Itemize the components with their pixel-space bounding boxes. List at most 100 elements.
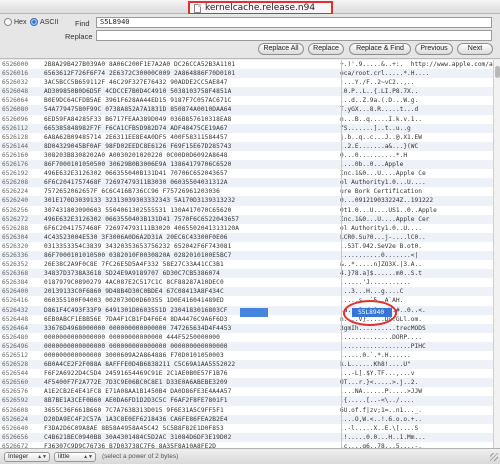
row-ascii[interactable]: ....NA......P.....>JJW [340, 387, 490, 396]
row-hex-bytes[interactable]: 060355100F04003 0020730D0D60355 1D0E4160… [44, 296, 340, 305]
row-ascii[interactable]: T.yGX...8.R.....t...d [340, 105, 490, 114]
row-ascii[interactable]: ..-l.....X..E.\[....S [340, 424, 490, 433]
row-ascii[interactable]: ..2.E.......a&...}(WC [340, 142, 490, 151]
row-hex-bytes[interactable]: 0000000000000000 000000000000000 0000000… [44, 342, 340, 351]
row-ascii[interactable]: ol Authority1.0..U.... [340, 224, 490, 233]
row-hex-bytes[interactable]: 6ED59FA84285F33 B6717FEAA389D049 036B857… [44, 115, 340, 124]
row-hex-bytes[interactable]: 6F6C2041757468F 72697479311B3030 0603550… [44, 178, 340, 187]
row-ascii[interactable]: k.L......Kh8!....U" [340, 360, 490, 369]
vertical-scrollbar[interactable] [493, 60, 500, 448]
row-hex-bytes[interactable]: 307431803090603 5504061302555531 130A417… [44, 206, 340, 215]
row-ascii[interactable]: ......'J........... [340, 278, 490, 287]
hex-row[interactable]: 6526112 665385848982F7F F6CA1CFB5D982D74 … [0, 123, 493, 133]
row-ascii[interactable]: +.)'.9.....&..+:. http://www.apple.com/a… [340, 60, 493, 69]
row-ascii[interactable]: 0...091219033224Z..191222 [340, 196, 490, 205]
hex-row[interactable]: 6526512 000000000000000 3000609A2A864886 … [0, 351, 493, 360]
row-hex-bytes[interactable]: 496E632E3126302 0663550403B131D41 7570F6… [44, 215, 340, 224]
row-hex-bytes[interactable]: AD309850B0D6D5F 4CDCCE7B0D4C4910 5038103… [44, 87, 340, 96]
replace-and-find-button[interactable]: Replace & Find [349, 43, 411, 55]
hex-row[interactable]: 6526208 6F6C2041757468F 72697479311B3030 … [0, 178, 493, 188]
row-ascii[interactable]: Inc.1&0...U....Apple Cer [340, 215, 490, 224]
replace-button[interactable]: Replace [308, 43, 344, 55]
row-ascii[interactable]: 0...0..........*.H [340, 151, 490, 160]
row-ascii[interactable]: ..53T.942.SeV2e B.ot0. [340, 242, 490, 251]
row-hex-bytes[interactable]: 33676D4968000000 000000000000000 7472656… [44, 324, 340, 333]
row-ascii[interactable]: eca/root.crl.....*.H.... [340, 69, 490, 78]
find-input[interactable]: S5L8940 [96, 17, 492, 28]
hex-row[interactable]: 6526400 20139133C0F6860 9D48B4D30C0BDE4 6… [0, 287, 493, 297]
row-ascii[interactable]: .{.....[..-<\../.... [340, 396, 490, 405]
replace-input[interactable] [96, 30, 492, 41]
scrollbar-thumb[interactable] [495, 66, 500, 78]
hex-row[interactable]: 6526320 0313353354C3839 34320353653756232… [0, 242, 493, 251]
mode-hex-radio[interactable]: Hex [4, 18, 26, 26]
hex-row[interactable]: 6526032 3AC5BCC5B659112F 46C29F327E76432 … [0, 78, 493, 87]
endian-popup[interactable]: little ▲▼ [54, 452, 96, 462]
hex-row[interactable]: 6526224 7572652062657F 6C6C416B736CC96 F7… [0, 187, 493, 196]
hex-row[interactable]: 6526352 26E38C2A9F0C8E 7FC26E5D5A4F332 58… [0, 260, 493, 269]
row-ascii[interactable]: .0.P..L..{.LI.P8.7X.. [340, 87, 490, 96]
hex-row[interactable]: 6526272 496E632E3126302 0663550403B131D41… [0, 214, 493, 224]
row-hex-bytes[interactable]: 86F7000101050500 30629B0B3006E9A 1386417… [44, 160, 340, 169]
hex-row[interactable]: 6526144 8D04329045BF0AF 98FD02EEDC8E6126 … [0, 141, 493, 151]
row-ascii[interactable]: ......0.`.*.H...... [340, 351, 490, 360]
previous-button[interactable]: Previous [415, 43, 453, 55]
row-hex-bytes[interactable]: 0000000000000000 00000000000000 444F5250… [44, 333, 340, 342]
hex-row[interactable]: 6526384 0187979C0890279 4AC087E2C517C1C 8… [0, 278, 493, 287]
row-ascii[interactable]: ure Bork Certification [340, 187, 490, 196]
row-ascii[interactable]: ..............DORP.... [340, 333, 490, 342]
row-hex-bytes[interactable]: 8D04329045BF0AF 98FD02EEDC8E6126 F69F15E… [44, 142, 340, 151]
hex-row[interactable]: 6526288 6F6C2041757468F 726974793111B3020… [0, 224, 493, 233]
mode-ascii-radio[interactable]: ASCII [30, 18, 58, 26]
resize-grip-icon[interactable] [490, 453, 498, 461]
hex-row[interactable]: 6526240 301E170D3039133 32313039303332343… [0, 196, 493, 206]
row-ascii[interactable]: Inc.1&0...U....Apple Ce [340, 169, 490, 178]
row-ascii[interactable]: 4.}78.a]$......m0..S.t [340, 269, 490, 278]
row-ascii[interactable]: ..3...H...g....C [340, 287, 490, 296]
row-hex-bytes[interactable]: 86F7000101010500 0382010F0030820A 028201… [44, 251, 340, 260]
hex-row[interactable]: 6526464 33676D4968000000 000000000000000 … [0, 323, 493, 333]
row-hex-bytes[interactable]: 000000000000000 3000609A2A864886 F70D010… [44, 351, 340, 360]
row-hex-bytes[interactable]: 496E632E3126302 066355040B131D41 70706C6… [44, 169, 340, 178]
row-hex-bytes[interactable]: 8B7BE1A3CEF0B60 AE0DA6FD1D2D3C5C F6AF2F8… [44, 396, 340, 405]
row-ascii[interactable]: ...........0.......<| [340, 251, 490, 260]
row-ascii[interactable]: fS.......]..t..u..g [340, 124, 490, 133]
row-ascii[interactable]: 6U.of.f|zv;1=..n1..._. [340, 406, 490, 415]
replace-all-button[interactable]: Replace All [258, 43, 304, 55]
hex-row[interactable]: 6526528 6B0A4CE2F2F088A 8AFFFE0D4B6838211… [0, 360, 493, 370]
row-ascii[interactable]: &..*.....n]ZO3X.|3.A.. [340, 260, 490, 269]
row-ascii[interactable]: ...-L].$Y.TF...,...v [340, 369, 490, 378]
row-ascii[interactable]: n...B..q.....I.k.v.1.. [340, 115, 490, 124]
row-ascii[interactable]: 0t1.0...U....US1..0..Apple [340, 206, 490, 215]
hex-row[interactable]: 6526656 C4B621BEC0940B8 30A4301484C5D2AC … [0, 432, 493, 442]
hex-row[interactable]: 6526576 A1E2CB2E4E41FC8 E71A08AA1B1450B4 … [0, 387, 493, 396]
row-hex-bytes[interactable]: 301E170D3039133 32313039303332343 5A170D… [44, 196, 340, 205]
hex-row[interactable]: 6526176 86F7000101050500 30629B0B3006E9A … [0, 160, 493, 170]
hex-row[interactable]: 6526160 308203B8308202A0 A0030201020220 0… [0, 151, 493, 160]
row-ascii[interactable]: .!.....0.0...H..1.Mm... [340, 433, 490, 442]
row-hex-bytes[interactable]: 4C43523004E530 3F3006A0D6A2D31A 20EC6C43… [44, 233, 340, 242]
row-ascii[interactable]: ....0b..0...Apple [340, 160, 490, 169]
row-hex-bytes[interactable]: 665385848982F7F F6CA1CFB5D982D74 ADF4847… [44, 124, 340, 133]
hex-row[interactable]: 6526000 2B8A29B427B039A0 8A06C200F1E7A2A0… [0, 60, 493, 69]
hex-row[interactable]: 6526624 D20DA9EC4F2C57A 1A3C8E0EF6218436 … [0, 414, 493, 424]
row-hex-bytes[interactable]: 308203B8308202A0 A0030201020220 0C00D0D6… [44, 151, 340, 160]
row-ascii[interactable]: ol Authority1.0...U.... [340, 178, 490, 187]
row-hex-bytes[interactable]: F3DA2D6C09A8AE 8B58A4958A45C42 5C5B8F82E… [44, 424, 340, 433]
hex-row[interactable]: 6526368 34837D3738A3618 5D24E9A9189707 6D… [0, 269, 493, 279]
row-hex-bytes[interactable]: D20DA9EC4F2C57A 1A3C8E0EF6218436 CA6FE86… [44, 415, 340, 424]
hex-row[interactable]: 6526080 54A77947580F99C 0738A852A7A1831D … [0, 105, 493, 115]
hex-row[interactable]: 6526416 060355100F04003 0020730D0D60355 1… [0, 296, 493, 305]
row-hex-bytes[interactable]: B0E9DC64CFDB5AE 3961F628AA44ED15 9187F7C… [44, 96, 340, 105]
row-ascii[interactable]: OT...r.}<.....>.j..2. [340, 378, 490, 387]
row-hex-bytes[interactable]: C4B621BEC0940B8 30A4301484C5D2AC 31084D6… [44, 433, 340, 442]
row-hex-bytes[interactable]: 26E38C2A9F0C8E 7FC26E5D5A4F332 58E27C33A… [44, 260, 340, 269]
row-hex-bytes[interactable]: 54A77947580F99C 0738A852A7A1831D 850874A… [44, 105, 340, 114]
row-hex-bytes[interactable]: 6F6C2041757468F 726974793111B3020 406550… [44, 224, 340, 233]
row-hex-bytes[interactable]: 6B0A4CE2F2F088A 8AFFFE0D4B6838211 C5C69A… [44, 360, 340, 369]
row-hex-bytes[interactable]: F6F2A6922D4C5D4 24591654469C91E 2C1AE0B0… [44, 369, 340, 378]
hex-row[interactable]: 6526096 6ED59FA84285F33 B6717FEAA389D049 … [0, 115, 493, 124]
row-hex-bytes[interactable]: 0313353354C3839 34320353653756232 652042… [44, 242, 340, 251]
hex-view[interactable]: 6526000 2B8A29B427B039A0 8A06C200F1E7A2A0… [0, 60, 493, 448]
row-hex-bytes[interactable]: 3AC5BCC5B659112F 46C29F327E76432 90ADDE2… [44, 78, 340, 87]
